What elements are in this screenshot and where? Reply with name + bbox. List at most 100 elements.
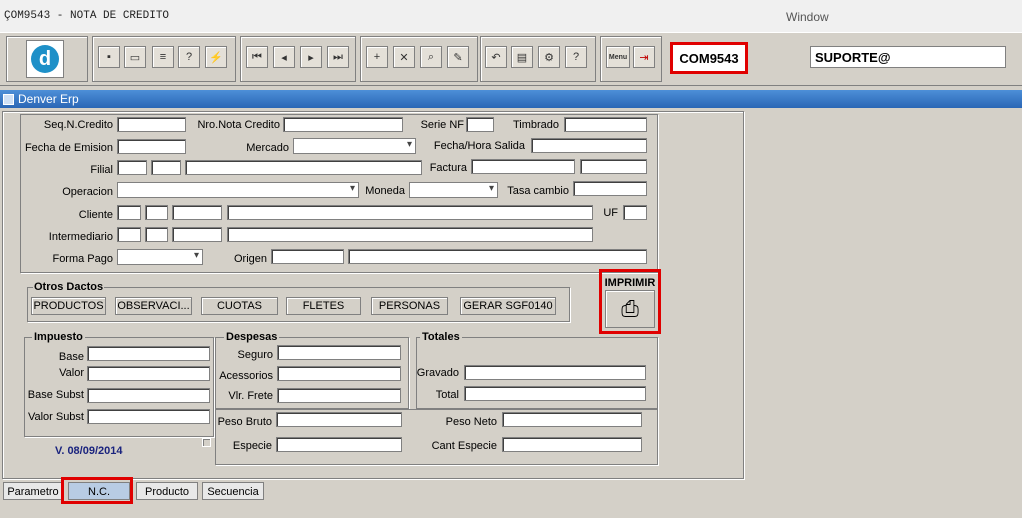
menu-icon[interactable]: Menu: [606, 46, 630, 68]
tab-nc-highlight: [61, 477, 133, 504]
version-label: V. 08/09/2014: [55, 445, 123, 457]
factura-input[interactable]: [471, 159, 575, 174]
origen-name-input[interactable]: [348, 249, 647, 264]
fecha-emision-input[interactable]: [117, 139, 186, 154]
cliente-name-input[interactable]: [227, 205, 593, 220]
timbrado-label: Timbrado: [512, 119, 559, 131]
help-query-icon[interactable]: ?: [178, 46, 200, 68]
factura-extra-input[interactable]: [580, 159, 647, 174]
clipboard-icon[interactable]: ▤: [511, 46, 533, 68]
peso-bruto-input[interactable]: [276, 412, 402, 427]
gravado-input[interactable]: [464, 365, 646, 380]
save-icon[interactable]: ▪: [98, 46, 120, 68]
valor-label: Valor: [59, 367, 84, 379]
mercado-select[interactable]: [293, 138, 416, 154]
cliente-code-input[interactable]: [117, 205, 141, 220]
serie-input[interactable]: [466, 117, 494, 132]
acessorios-input[interactable]: [277, 366, 401, 381]
intermediario-code-input[interactable]: [117, 227, 141, 242]
base-input[interactable]: [87, 346, 210, 361]
valor-subst-label: Valor Subst: [27, 411, 84, 423]
imprimir-button[interactable]: ⎙: [605, 290, 655, 328]
timbrado-input[interactable]: [564, 117, 647, 132]
observaciones-button[interactable]: OBSERVACI...: [115, 297, 192, 315]
tasa-label: Tasa cambio: [507, 185, 569, 197]
vlr-frete-label: Vlr. Frete: [228, 390, 273, 402]
clear-icon[interactable]: ✎: [447, 46, 469, 68]
insert-record-icon[interactable]: +: [366, 46, 388, 68]
moneda-label: Moneda: [365, 185, 405, 197]
settings-icon[interactable]: ⚙: [538, 46, 560, 68]
forma-pago-label: Forma Pago: [52, 253, 113, 265]
cliente-label: Cliente: [78, 209, 113, 221]
intermediario-name-input[interactable]: [227, 227, 593, 242]
gerar-sgf0140-button[interactable]: GERAR SGF0140: [460, 297, 556, 315]
filial-sub-input[interactable]: [151, 160, 181, 175]
print-icon[interactable]: ≡: [152, 46, 174, 68]
peso-neto-label: Peso Neto: [445, 416, 497, 428]
uf-input[interactable]: [623, 205, 647, 220]
tab-secuencia[interactable]: Secuencia: [202, 482, 264, 500]
especie-label: Especie: [232, 440, 272, 452]
help-icon[interactable]: ?: [565, 46, 587, 68]
user-field: SUPORTE@: [810, 46, 1006, 68]
window-title: ÇOM9543 - NOTA DE CREDITO: [4, 10, 170, 22]
intermediario-label: Intermediario: [48, 231, 113, 243]
peso-neto-input[interactable]: [502, 412, 642, 427]
window-menu[interactable]: Window: [786, 10, 829, 24]
fletes-button[interactable]: FLETES: [286, 297, 361, 315]
valor-subst-input[interactable]: [87, 409, 210, 424]
cliente-sub-input[interactable]: [145, 205, 168, 220]
last-record-icon[interactable]: ⏭: [327, 46, 349, 68]
personas-button[interactable]: PERSONAS: [371, 297, 448, 315]
logo-letter: d: [31, 45, 59, 73]
acessorios-label: Acessorios: [219, 370, 273, 382]
cuotas-button[interactable]: CUOTAS: [201, 297, 278, 315]
previous-record-icon[interactable]: ◂: [273, 46, 295, 68]
productos-button[interactable]: PRODUCTOS: [31, 297, 106, 315]
serie-label: Serie NF: [420, 119, 464, 131]
resize-grip: [202, 438, 211, 447]
operacion-select[interactable]: [117, 182, 359, 198]
origen-label: Origen: [233, 253, 267, 265]
seq-input[interactable]: [117, 117, 186, 132]
execute-icon[interactable]: ⚡: [205, 46, 227, 68]
valor-input[interactable]: [87, 366, 210, 381]
impuesto-title: Impuesto: [32, 331, 85, 343]
peso-bruto-label: Peso Bruto: [217, 416, 272, 428]
filial-code-input[interactable]: [117, 160, 147, 175]
app-icon: [3, 94, 14, 105]
base-subst-label: Base Subst: [27, 389, 84, 401]
app-logo: d: [26, 40, 64, 78]
fecha-salida-input[interactable]: [531, 138, 647, 153]
window-icon[interactable]: ▭: [124, 46, 146, 68]
tab-producto[interactable]: Producto: [136, 482, 198, 500]
tasa-input[interactable]: [573, 181, 647, 196]
first-record-icon[interactable]: ⏮: [246, 46, 268, 68]
filial-name-input[interactable]: [185, 160, 422, 175]
moneda-select[interactable]: [409, 182, 498, 198]
delete-record-icon[interactable]: ✕: [393, 46, 415, 68]
exit-icon[interactable]: ⇥: [633, 46, 655, 68]
cliente-id-input[interactable]: [172, 205, 222, 220]
intermediario-id-input[interactable]: [172, 227, 222, 242]
base-subst-input[interactable]: [87, 388, 210, 403]
vlr-frete-input[interactable]: [277, 388, 401, 403]
gravado-label: Gravado: [416, 367, 459, 379]
next-record-icon[interactable]: ▸: [300, 46, 322, 68]
nro-input[interactable]: [283, 117, 403, 132]
seguro-input[interactable]: [277, 345, 401, 360]
app-title-bar: Denver Erp: [0, 90, 1022, 108]
total-input[interactable]: [464, 386, 646, 401]
filial-label: Filial: [90, 164, 113, 176]
printer-icon: ⎙: [621, 296, 639, 321]
query-icon[interactable]: ⌕: [420, 46, 442, 68]
especie-input[interactable]: [276, 437, 402, 452]
cant-especie-input[interactable]: [502, 437, 642, 452]
undo-icon[interactable]: ↶: [485, 46, 507, 68]
forma-pago-select[interactable]: [117, 249, 203, 265]
origen-code-input[interactable]: [271, 249, 344, 264]
intermediario-sub-input[interactable]: [145, 227, 168, 242]
despesas-title: Despesas: [224, 331, 280, 343]
tab-parametro[interactable]: Parametro: [3, 482, 63, 500]
